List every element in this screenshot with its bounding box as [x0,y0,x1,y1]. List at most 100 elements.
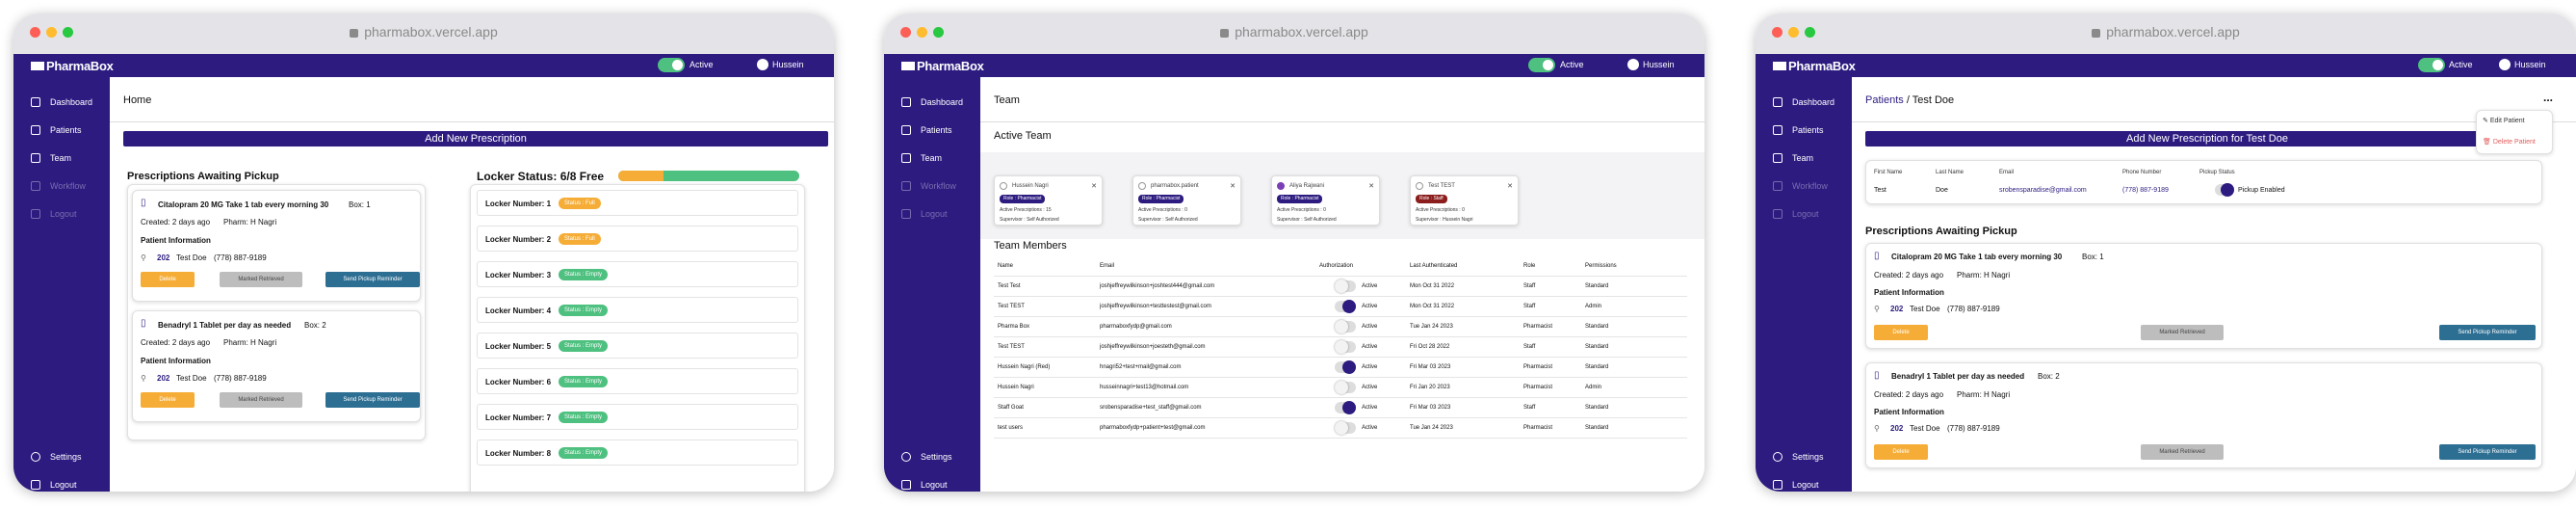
supervisor: Supervisor : Self Authorized [1000,217,1059,223]
sidebar-item-logbook[interactable]: Logout [31,209,77,219]
team-member-card[interactable]: Test TEST ✕ Role : Staff Active Prescriptio… [1410,175,1519,226]
column-header-email[interactable]: Email [1100,263,1114,269]
pickup-enabled-toggle[interactable] [2215,183,2234,197]
address-bar[interactable]: pharmabox.vercel.app [884,24,1704,40]
menu-item-delete-patient[interactable]: 🗑 Delete Patient [2483,138,2536,146]
delete-button[interactable]: Delete [1874,444,1928,460]
sidebar-item-settings[interactable]: Settings [1773,452,1824,462]
sidebar-item-workflow[interactable]: Workflow [31,181,86,191]
menu-item-edit-patient[interactable]: ✎ Edit Patient [2483,117,2525,124]
delete-button[interactable]: Delete [1874,325,1928,340]
field-value[interactable]: (778) 887-9189 [2122,187,2169,194]
close-icon[interactable]: ✕ [1368,182,1374,190]
authorization-toggle[interactable] [1335,340,1356,354]
user-avatar[interactable] [757,59,768,70]
cell-permissions: Admin [1585,385,1602,390]
table-row[interactable]: Test TEST joshjeffreywilkinson+testtestes… [994,297,1687,317]
sidebar-item-workflow[interactable]: Workflow [901,181,956,191]
send-pickup-reminder-button[interactable]: Send Pickup Reminder [2439,325,2536,340]
add-prescription-for-patient-button[interactable]: Add New Prescription for Test Doe [1865,131,2549,146]
sidebar-item-team[interactable]: Team [901,153,942,163]
user-avatar[interactable] [1627,59,1639,70]
sidebar-item-settings[interactable]: Settings [31,452,82,462]
sidebar-item-logout[interactable]: Logout [1773,480,1819,490]
marked-retrieved-button[interactable]: Marked Retrieved [220,272,302,287]
sidebar-item-logout[interactable]: Logout [901,480,948,490]
authorization-toggle[interactable] [1335,320,1356,333]
sidebar-item-patients[interactable]: Patients [31,125,82,135]
locker-row[interactable]: Locker Number: 2 Status : Full [477,226,798,252]
sidebar-item-logbook[interactable]: Logout [1773,209,1819,219]
locker-row[interactable]: Locker Number: 4 Status : Empty [477,297,798,323]
brand-logo[interactable]: PharmaBox [901,59,984,73]
column-header-last-authenticated[interactable]: Last Authenticated [1410,263,1457,269]
active-toggle[interactable] [1528,58,1555,72]
sidebar-item-dashboard[interactable]: Dashboard [31,97,92,107]
table-row[interactable]: Test TEST joshjeffreywilkinson+joesteth@g… [994,337,1687,358]
field-label: First Name [1874,170,1903,175]
sidebar-item-patients[interactable]: Patients [1773,125,1824,135]
field-value[interactable]: srobensparadise@gmail.com [1999,187,2087,194]
sidebar-item-logbook[interactable]: Logout [901,209,948,219]
user-name[interactable]: Hussein [1643,60,1675,69]
authorization-toggle[interactable] [1335,401,1356,414]
sidebar-item-patients[interactable]: Patients [901,125,952,135]
table-row[interactable]: Pharma Box pharmaboxfydp@gmail.com Active T… [994,317,1687,337]
column-header-permissions[interactable]: Permissions [1585,263,1617,269]
user-name[interactable]: Hussein [772,60,804,69]
close-icon[interactable]: ✕ [1230,182,1236,190]
sidebar-item-dashboard[interactable]: Dashboard [901,97,963,107]
table-row[interactable]: Hussein Nagri (Red) hnagri52+test+mail@gm… [994,358,1687,378]
sidebar-item-workflow[interactable]: Workflow [1773,181,1828,191]
marked-retrieved-button[interactable]: Marked Retrieved [2141,325,2224,340]
more-options-button[interactable]: ... [2543,91,2553,104]
breadcrumb-patients-link[interactable]: Patients [1865,94,1904,106]
sidebar-item-dashboard[interactable]: Dashboard [1773,97,1834,107]
active-toggle[interactable] [658,58,685,72]
authorization-toggle[interactable] [1335,421,1356,435]
marked-retrieved-button[interactable]: Marked Retrieved [220,392,302,408]
active-prescriptions: Active Prescriptions : 0 [1138,207,1187,213]
locker-row[interactable]: Locker Number: 6 Status : Empty [477,368,798,394]
locker-row[interactable]: Locker Number: 5 Status : Empty [477,333,798,359]
active-toggle[interactable] [2418,58,2445,72]
table-row[interactable]: Staff Goat srobensparadise+test_staff@gma… [994,398,1687,418]
authorization-toggle[interactable] [1335,280,1356,293]
send-pickup-reminder-button[interactable]: Send Pickup Reminder [325,272,420,287]
table-row[interactable]: Hussein Nagri husseinnagri+test13@hotmail… [994,378,1687,398]
authorization-toggle[interactable] [1335,381,1356,394]
column-header-role[interactable]: Role [1523,263,1535,269]
delete-button[interactable]: Delete [141,272,195,287]
sidebar-item-settings[interactable]: Settings [901,452,952,462]
sidebar-item-logout[interactable]: Logout [31,480,77,490]
send-pickup-reminder-button[interactable]: Send Pickup Reminder [2439,444,2536,460]
close-icon[interactable]: ✕ [1091,182,1097,190]
cell-last-authenticated: Mon Oct 31 2022 [1410,283,1455,289]
delete-button[interactable]: Delete [141,392,195,408]
authorization-toggle[interactable] [1335,300,1356,313]
locker-row[interactable]: Locker Number: 7 Status : Empty [477,404,798,430]
brand-logo[interactable]: PharmaBox [1773,59,1856,73]
close-icon[interactable]: ✕ [1507,182,1513,190]
locker-row[interactable]: Locker Number: 1 Status : Full [477,190,798,216]
marked-retrieved-button[interactable]: Marked Retrieved [2141,444,2224,460]
add-new-prescription-button[interactable]: Add New Prescription [123,131,828,146]
team-member-card[interactable]: pharmabox.patient ✕ Role : Pharmacist Activ… [1132,175,1241,226]
brand-logo[interactable]: PharmaBox [31,59,114,73]
column-header-name[interactable]: Name [998,263,1013,269]
team-member-card[interactable]: Aliya Rajwani ✕ Role : Pharmacist Active Pr… [1271,175,1380,226]
user-name[interactable]: Hussein [2514,60,2546,69]
locker-row[interactable]: Locker Number: 8 Status : Empty [477,439,798,466]
send-pickup-reminder-button[interactable]: Send Pickup Reminder [325,392,420,408]
locker-row[interactable]: Locker Number: 3 Status : Empty [477,261,798,287]
address-bar[interactable]: pharmabox.vercel.app [1756,24,2576,40]
user-avatar[interactable] [2499,59,2511,70]
table-row[interactable]: Test Test joshjeffreywilkinson+joshtest44… [994,277,1687,297]
sidebar-item-team[interactable]: Team [1773,153,1813,163]
table-row[interactable]: test users pharmaboxfydp+patient+test@gma… [994,418,1687,439]
address-bar[interactable]: pharmabox.vercel.app [13,24,834,40]
team-member-card[interactable]: Hussein Nagri ✕ Role : Pharmacist Active Pr… [994,175,1103,226]
column-header-authorization[interactable]: Authorization [1319,263,1353,269]
sidebar-item-team[interactable]: Team [31,153,71,163]
authorization-toggle[interactable] [1335,360,1356,374]
